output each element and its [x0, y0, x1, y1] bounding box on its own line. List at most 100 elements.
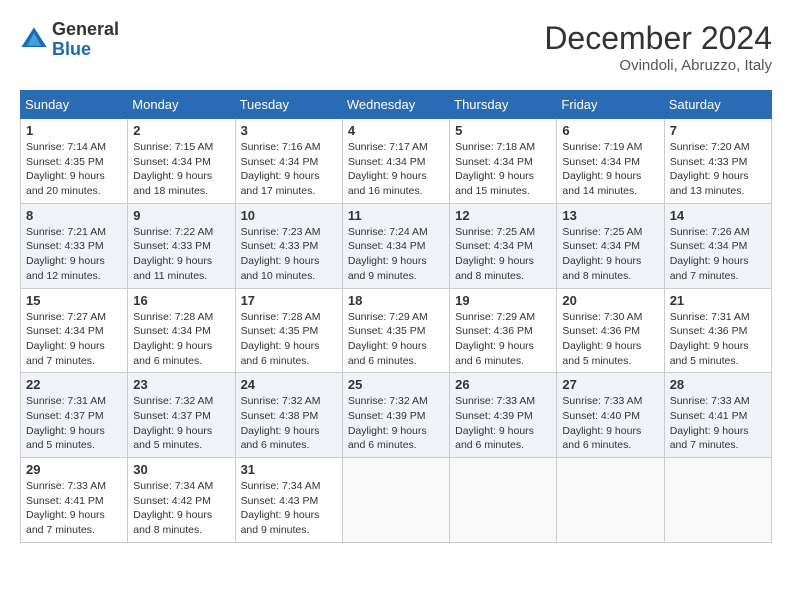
day-info: Sunrise: 7:28 AMSunset: 4:34 PMDaylight:… — [133, 310, 229, 369]
day-number: 24 — [241, 377, 337, 392]
day-number: 3 — [241, 123, 337, 138]
day-number: 26 — [455, 377, 551, 392]
table-row: 9 Sunrise: 7:22 AMSunset: 4:33 PMDayligh… — [128, 203, 235, 288]
col-sunday: Sunday — [21, 91, 128, 119]
day-info: Sunrise: 7:29 AMSunset: 4:35 PMDaylight:… — [348, 310, 444, 369]
day-number: 12 — [455, 208, 551, 223]
col-friday: Friday — [557, 91, 664, 119]
calendar-row: 15 Sunrise: 7:27 AMSunset: 4:34 PMDaylig… — [21, 288, 772, 373]
table-row: 31 Sunrise: 7:34 AMSunset: 4:43 PMDaylig… — [235, 458, 342, 543]
location-text: Ovindoli, Abruzzo, Italy — [544, 57, 772, 74]
month-title: December 2024 — [544, 20, 772, 57]
table-row: 26 Sunrise: 7:33 AMSunset: 4:39 PMDaylig… — [450, 373, 557, 458]
table-row — [557, 458, 664, 543]
day-number: 21 — [670, 293, 766, 308]
table-row: 6 Sunrise: 7:19 AMSunset: 4:34 PMDayligh… — [557, 119, 664, 204]
table-row: 1 Sunrise: 7:14 AMSunset: 4:35 PMDayligh… — [21, 119, 128, 204]
day-number: 20 — [562, 293, 658, 308]
day-info: Sunrise: 7:32 AMSunset: 4:37 PMDaylight:… — [133, 394, 229, 453]
table-row: 28 Sunrise: 7:33 AMSunset: 4:41 PMDaylig… — [664, 373, 771, 458]
day-info: Sunrise: 7:22 AMSunset: 4:33 PMDaylight:… — [133, 225, 229, 284]
day-info: Sunrise: 7:33 AMSunset: 4:41 PMDaylight:… — [26, 479, 122, 538]
day-info: Sunrise: 7:31 AMSunset: 4:37 PMDaylight:… — [26, 394, 122, 453]
day-info: Sunrise: 7:33 AMSunset: 4:39 PMDaylight:… — [455, 394, 551, 453]
table-row: 23 Sunrise: 7:32 AMSunset: 4:37 PMDaylig… — [128, 373, 235, 458]
day-info: Sunrise: 7:15 AMSunset: 4:34 PMDaylight:… — [133, 140, 229, 199]
day-number: 31 — [241, 462, 337, 477]
table-row: 19 Sunrise: 7:29 AMSunset: 4:36 PMDaylig… — [450, 288, 557, 373]
col-tuesday: Tuesday — [235, 91, 342, 119]
day-info: Sunrise: 7:33 AMSunset: 4:41 PMDaylight:… — [670, 394, 766, 453]
table-row: 5 Sunrise: 7:18 AMSunset: 4:34 PMDayligh… — [450, 119, 557, 204]
day-number: 10 — [241, 208, 337, 223]
day-info: Sunrise: 7:14 AMSunset: 4:35 PMDaylight:… — [26, 140, 122, 199]
calendar-table: Sunday Monday Tuesday Wednesday Thursday… — [20, 90, 772, 543]
table-row: 21 Sunrise: 7:31 AMSunset: 4:36 PMDaylig… — [664, 288, 771, 373]
day-number: 5 — [455, 123, 551, 138]
table-row: 2 Sunrise: 7:15 AMSunset: 4:34 PMDayligh… — [128, 119, 235, 204]
table-row: 17 Sunrise: 7:28 AMSunset: 4:35 PMDaylig… — [235, 288, 342, 373]
day-number: 17 — [241, 293, 337, 308]
day-number: 9 — [133, 208, 229, 223]
day-info: Sunrise: 7:25 AMSunset: 4:34 PMDaylight:… — [455, 225, 551, 284]
logo-icon — [20, 26, 48, 54]
day-info: Sunrise: 7:19 AMSunset: 4:34 PMDaylight:… — [562, 140, 658, 199]
table-row: 4 Sunrise: 7:17 AMSunset: 4:34 PMDayligh… — [342, 119, 449, 204]
table-row: 16 Sunrise: 7:28 AMSunset: 4:34 PMDaylig… — [128, 288, 235, 373]
table-row: 29 Sunrise: 7:33 AMSunset: 4:41 PMDaylig… — [21, 458, 128, 543]
table-row: 30 Sunrise: 7:34 AMSunset: 4:42 PMDaylig… — [128, 458, 235, 543]
calendar-row: 29 Sunrise: 7:33 AMSunset: 4:41 PMDaylig… — [21, 458, 772, 543]
day-info: Sunrise: 7:16 AMSunset: 4:34 PMDaylight:… — [241, 140, 337, 199]
day-info: Sunrise: 7:28 AMSunset: 4:35 PMDaylight:… — [241, 310, 337, 369]
day-info: Sunrise: 7:18 AMSunset: 4:34 PMDaylight:… — [455, 140, 551, 199]
table-row: 7 Sunrise: 7:20 AMSunset: 4:33 PMDayligh… — [664, 119, 771, 204]
table-row: 14 Sunrise: 7:26 AMSunset: 4:34 PMDaylig… — [664, 203, 771, 288]
calendar-header-row: Sunday Monday Tuesday Wednesday Thursday… — [21, 91, 772, 119]
table-row: 18 Sunrise: 7:29 AMSunset: 4:35 PMDaylig… — [342, 288, 449, 373]
day-number: 8 — [26, 208, 122, 223]
logo-blue-text: Blue — [52, 40, 119, 60]
day-info: Sunrise: 7:34 AMSunset: 4:43 PMDaylight:… — [241, 479, 337, 538]
day-info: Sunrise: 7:30 AMSunset: 4:36 PMDaylight:… — [562, 310, 658, 369]
col-thursday: Thursday — [450, 91, 557, 119]
table-row — [450, 458, 557, 543]
logo-text: General Blue — [52, 20, 119, 60]
title-block: December 2024 Ovindoli, Abruzzo, Italy — [544, 20, 772, 74]
table-row: 20 Sunrise: 7:30 AMSunset: 4:36 PMDaylig… — [557, 288, 664, 373]
day-info: Sunrise: 7:17 AMSunset: 4:34 PMDaylight:… — [348, 140, 444, 199]
table-row: 8 Sunrise: 7:21 AMSunset: 4:33 PMDayligh… — [21, 203, 128, 288]
day-number: 16 — [133, 293, 229, 308]
day-number: 4 — [348, 123, 444, 138]
col-wednesday: Wednesday — [342, 91, 449, 119]
day-info: Sunrise: 7:34 AMSunset: 4:42 PMDaylight:… — [133, 479, 229, 538]
table-row: 24 Sunrise: 7:32 AMSunset: 4:38 PMDaylig… — [235, 373, 342, 458]
col-monday: Monday — [128, 91, 235, 119]
table-row — [342, 458, 449, 543]
table-row: 22 Sunrise: 7:31 AMSunset: 4:37 PMDaylig… — [21, 373, 128, 458]
day-number: 28 — [670, 377, 766, 392]
day-info: Sunrise: 7:33 AMSunset: 4:40 PMDaylight:… — [562, 394, 658, 453]
day-number: 29 — [26, 462, 122, 477]
day-info: Sunrise: 7:29 AMSunset: 4:36 PMDaylight:… — [455, 310, 551, 369]
logo-general-text: General — [52, 20, 119, 40]
day-number: 13 — [562, 208, 658, 223]
table-row: 13 Sunrise: 7:25 AMSunset: 4:34 PMDaylig… — [557, 203, 664, 288]
day-info: Sunrise: 7:32 AMSunset: 4:39 PMDaylight:… — [348, 394, 444, 453]
table-row: 11 Sunrise: 7:24 AMSunset: 4:34 PMDaylig… — [342, 203, 449, 288]
table-row — [664, 458, 771, 543]
day-info: Sunrise: 7:25 AMSunset: 4:34 PMDaylight:… — [562, 225, 658, 284]
day-number: 2 — [133, 123, 229, 138]
day-number: 15 — [26, 293, 122, 308]
day-info: Sunrise: 7:26 AMSunset: 4:34 PMDaylight:… — [670, 225, 766, 284]
day-number: 25 — [348, 377, 444, 392]
calendar-row: 8 Sunrise: 7:21 AMSunset: 4:33 PMDayligh… — [21, 203, 772, 288]
page-header: General Blue December 2024 Ovindoli, Abr… — [20, 20, 772, 74]
table-row: 15 Sunrise: 7:27 AMSunset: 4:34 PMDaylig… — [21, 288, 128, 373]
day-number: 7 — [670, 123, 766, 138]
day-info: Sunrise: 7:32 AMSunset: 4:38 PMDaylight:… — [241, 394, 337, 453]
day-number: 6 — [562, 123, 658, 138]
table-row: 12 Sunrise: 7:25 AMSunset: 4:34 PMDaylig… — [450, 203, 557, 288]
day-number: 30 — [133, 462, 229, 477]
day-number: 23 — [133, 377, 229, 392]
day-info: Sunrise: 7:31 AMSunset: 4:36 PMDaylight:… — [670, 310, 766, 369]
